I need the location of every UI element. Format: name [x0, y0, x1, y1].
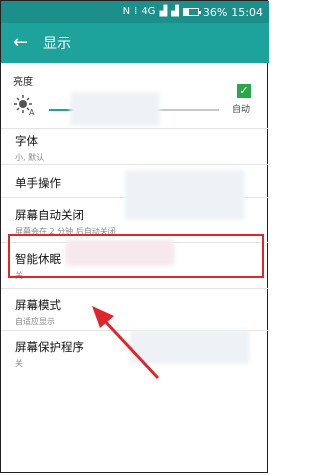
vibrate-icon: ⁞ — [134, 6, 138, 17]
back-arrow-icon[interactable]: ← — [13, 34, 33, 52]
auto-brightness-label: 自动 — [232, 105, 251, 115]
svg-text:A: A — [29, 108, 35, 116]
battery-icon — [182, 8, 201, 16]
pointer-arrow-icon — [92, 306, 160, 380]
wifi-signal-icon: ▟ — [171, 6, 179, 17]
settings-item-font[interactable]: 字体 小, 默认 — [1, 128, 269, 164]
watermark-blur — [70, 92, 160, 126]
signal-4g-icon: 4G — [141, 6, 156, 17]
status-bar: N ⁞ 4G ▟ ▟ 36% 15:04 — [1, 1, 269, 23]
brightness-auto-icon: A — [14, 95, 35, 116]
action-bar: ← 显示 — [1, 23, 269, 63]
battery-percent: 36% — [202, 5, 228, 19]
nfc-icon: N — [122, 6, 131, 17]
status-time: 15:04 — [231, 5, 263, 19]
page-title: 显示 — [43, 36, 71, 52]
highlight-box — [8, 234, 264, 278]
settings-item-subtitle: 小, 默认 — [15, 153, 45, 162]
brightness-label: 亮度 — [13, 77, 33, 88]
auto-brightness-checkbox[interactable]: ✓ — [237, 84, 251, 98]
watermark-blur — [125, 170, 245, 220]
settings-item-title: 字体 — [15, 134, 38, 148]
cell-signal-icon: ▟ — [159, 6, 168, 17]
